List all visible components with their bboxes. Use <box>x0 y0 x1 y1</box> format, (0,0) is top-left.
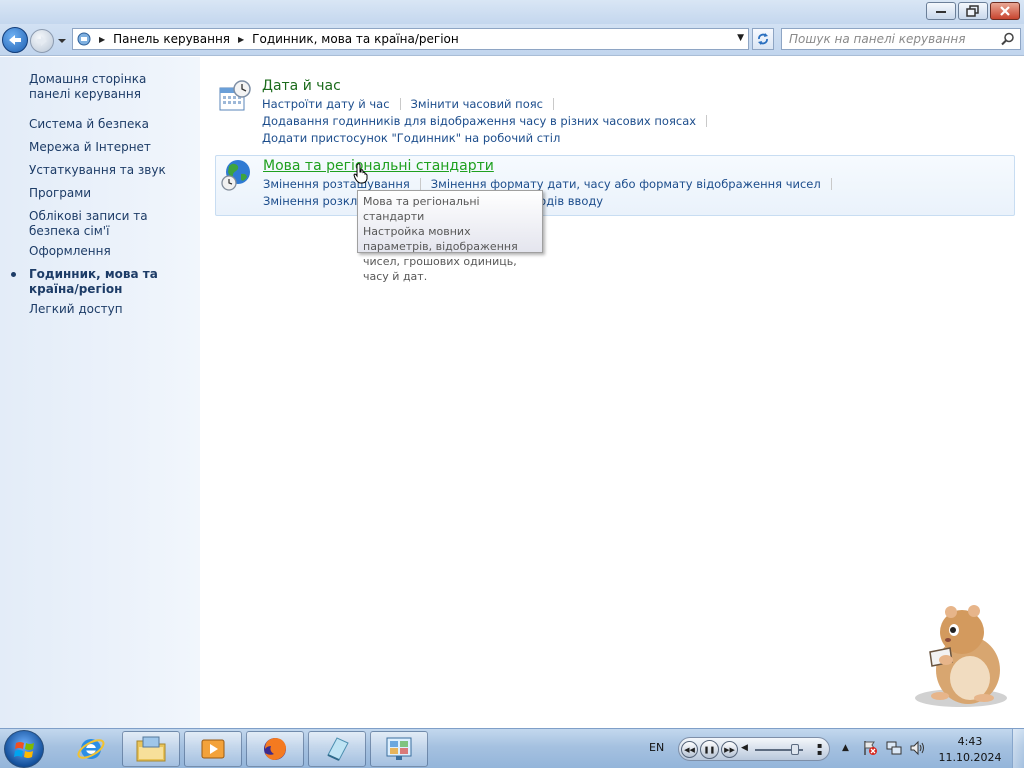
speaker-icon[interactable] <box>910 740 926 756</box>
category-region-language[interactable]: Мова та регіональні стандарти Змінення р… <box>215 155 1015 216</box>
taskbar-media-player[interactable] <box>184 731 242 767</box>
system-clock[interactable]: 4:43 11.10.2024 <box>938 734 1002 766</box>
address-dropdown-icon[interactable]: ▼ <box>737 33 744 43</box>
category-date-time: Дата й час Настроїти дату й час Змінити … <box>215 77 1015 153</box>
firefox-icon <box>264 738 286 760</box>
link-set-date-time[interactable]: Настроїти дату й час <box>262 97 390 111</box>
sidebar-item-ease-of-access[interactable]: Легкий доступ <box>29 302 189 317</box>
media-player-icon <box>201 739 225 759</box>
tooltip-title: Мова та регіональні стандарти <box>363 195 480 223</box>
link-divider <box>830 178 832 190</box>
media-menu-icon[interactable]: ▪ ▪ <box>817 742 822 757</box>
show-desktop-button[interactable] <box>1012 729 1024 768</box>
calendar-clock-icon[interactable] <box>218 79 252 113</box>
breadcrumb-separator-icon[interactable]: ▶ <box>238 35 244 44</box>
breadcrumb: ▶ Панель керування ▶ Годинник, мова та к… <box>95 32 459 46</box>
link-divider <box>706 115 708 127</box>
link-change-time-zone[interactable]: Змінити часовий пояс <box>411 97 543 111</box>
link-change-date-time-number-format[interactable]: Змінення формату дати, часу або формату … <box>431 177 821 191</box>
link-divider <box>419 178 421 190</box>
sidebar-item-control-panel-home[interactable]: Домашня сторінка панелі керування <box>29 72 189 102</box>
minimize-icon <box>936 11 946 13</box>
pause-button[interactable]: ❚❚ <box>700 740 719 759</box>
taskbar-internet-explorer[interactable] <box>62 731 120 767</box>
sidebar-item-clock-language-region[interactable]: Годинник, мова та країна/регіон <box>29 267 189 297</box>
breadcrumb-control-panel[interactable]: Панель керування <box>113 32 230 46</box>
link-divider <box>399 98 401 110</box>
minimize-button[interactable] <box>926 2 956 20</box>
refresh-icon <box>758 33 768 45</box>
language-indicator[interactable]: EN <box>649 741 664 754</box>
taskbar-explorer[interactable] <box>122 731 180 767</box>
network-icon[interactable] <box>886 740 902 756</box>
search-icon[interactable] <box>1001 32 1015 46</box>
recent-pages-chevron-icon[interactable] <box>57 36 67 46</box>
show-hidden-icons-arrow-icon[interactable]: ▲ <box>842 743 849 753</box>
main-content: Дата й час Настроїти дату й час Змінити … <box>201 57 1024 728</box>
taskbar: EN ◀◀ ❚❚ ▶▶ ◀ ▪ ▪ ▲ 4:43 11.10.2024 <box>0 728 1024 768</box>
previous-icon: ◀◀ <box>684 745 695 754</box>
taskbar-firefox[interactable] <box>246 731 304 767</box>
control-panel-icon <box>386 737 412 760</box>
sidebar-item-system-security[interactable]: Система й безпека <box>29 117 189 132</box>
taskbar-notepad[interactable] <box>308 731 366 767</box>
breadcrumb-clock-language-region[interactable]: Годинник, мова та країна/регіон <box>252 32 459 46</box>
volume-icon[interactable]: ◀ <box>741 743 748 753</box>
category-title-date-time[interactable]: Дата й час <box>262 78 341 94</box>
hand-cursor-icon <box>353 163 368 184</box>
close-icon <box>1000 6 1010 16</box>
link-change-location[interactable]: Змінення розташування <box>263 177 410 191</box>
arrow-right-icon <box>37 36 47 46</box>
window-title-bar <box>0 0 1024 24</box>
clock-time: 4:43 <box>957 735 983 748</box>
next-icon: ▶▶ <box>724 745 735 754</box>
search-box <box>781 28 1021 50</box>
forward-button[interactable] <box>30 29 54 53</box>
sidebar-item-appearance[interactable]: Оформлення <box>29 244 189 259</box>
action-center-flag-icon[interactable] <box>862 740 878 756</box>
breadcrumb-separator-icon[interactable]: ▶ <box>99 35 105 44</box>
internet-explorer-icon <box>77 739 105 759</box>
sidebar-item-programs[interactable]: Програми <box>29 186 189 201</box>
notepad-icon <box>327 737 349 761</box>
hamster-mascot-icon <box>915 605 1007 707</box>
search-input[interactable] <box>782 29 992 49</box>
media-player-toolbar: ◀◀ ❚❚ ▶▶ ◀ ▪ ▪ <box>678 737 830 761</box>
sidebar-item-user-accounts[interactable]: Облікові записи та безпека сім'ї <box>29 209 189 239</box>
category-links-row: Настроїти дату й час Змінити часовий поя… <box>262 97 564 111</box>
volume-slider-thumb[interactable] <box>791 744 799 755</box>
clock-date: 11.10.2024 <box>938 751 1002 764</box>
link-add-clock-gadget[interactable]: Додати пристосунок "Годинник" на робочий… <box>262 131 560 145</box>
start-button[interactable] <box>4 730 44 768</box>
category-links-row: Додати пристосунок "Годинник" на робочий… <box>262 131 560 145</box>
navigation-bar: ▶ Панель керування ▶ Годинник, мова та к… <box>0 24 1024 56</box>
category-links-row: Змінення розташування Змінення формату д… <box>263 177 842 191</box>
address-bar[interactable]: ▶ Панель керування ▶ Годинник, мова та к… <box>72 28 749 50</box>
next-track-button[interactable]: ▶▶ <box>721 741 738 758</box>
globe-clock-icon[interactable] <box>219 158 253 192</box>
previous-track-button[interactable]: ◀◀ <box>681 741 698 758</box>
arrow-left-icon <box>9 35 21 45</box>
category-links-row: Додавання годинників для відображення ча… <box>262 114 717 128</box>
back-button[interactable] <box>2 27 28 53</box>
windows-logo-icon <box>14 742 34 758</box>
taskbar-control-panel[interactable] <box>370 731 428 767</box>
restore-icon <box>966 5 979 17</box>
category-title-region-language[interactable]: Мова та регіональні стандарти <box>263 158 494 174</box>
tooltip-text: Настройка мовних параметрів, відображенн… <box>363 225 518 283</box>
pause-icon: ❚❚ <box>703 745 716 754</box>
sidebar-item-network-internet[interactable]: Мережа й Інтернет <box>29 140 189 155</box>
sidebar: Домашня сторінка панелі керування Систем… <box>0 57 200 728</box>
restore-button[interactable] <box>958 2 988 20</box>
close-button[interactable] <box>990 2 1020 20</box>
explorer-icon <box>136 736 166 762</box>
link-divider <box>552 98 554 110</box>
refresh-button[interactable] <box>752 28 774 50</box>
control-panel-icon <box>73 29 95 49</box>
tooltip: Мова та регіональні стандарти Настройка … <box>357 190 543 283</box>
sidebar-item-hardware-sound[interactable]: Устаткування та звук <box>29 163 189 178</box>
link-add-clocks[interactable]: Додавання годинників для відображення ча… <box>262 114 696 128</box>
current-item-bullet-icon <box>11 272 16 277</box>
